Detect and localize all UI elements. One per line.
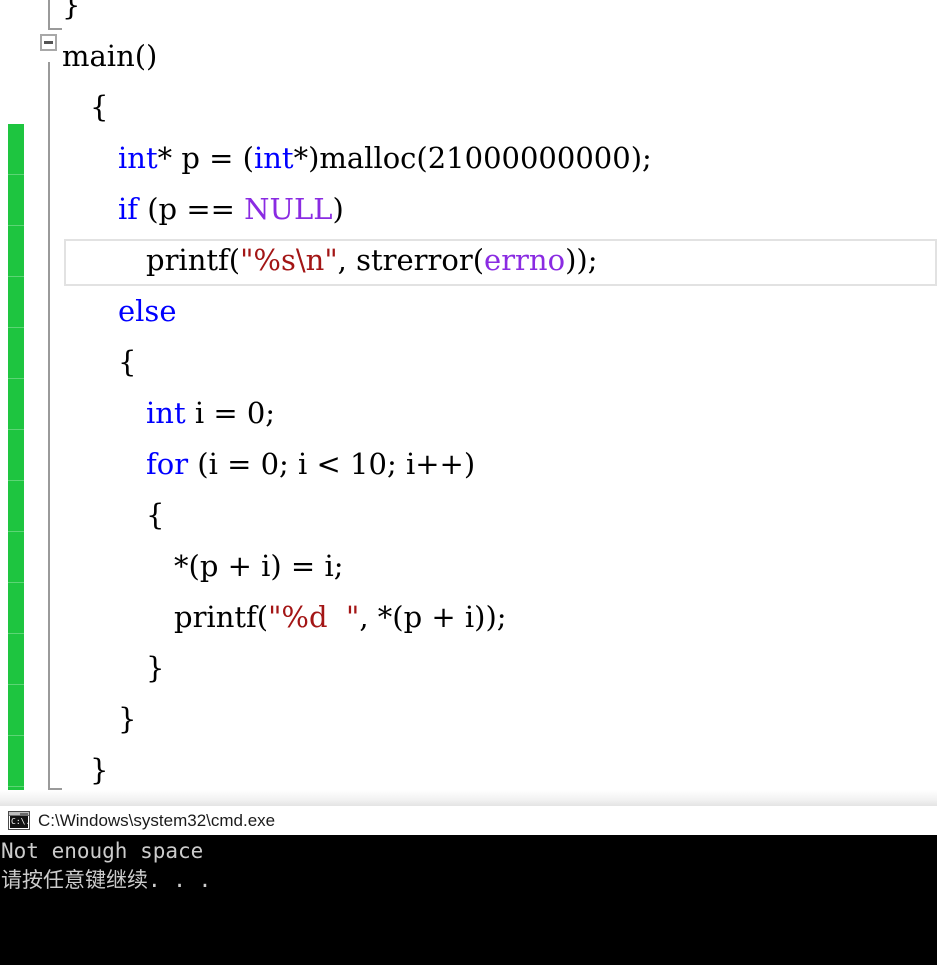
code-token: (p == xyxy=(138,192,245,226)
code-line[interactable]: else xyxy=(118,286,176,337)
console-title-label: C:\Windows\system32\cmd.exe xyxy=(38,810,276,830)
code-token: } xyxy=(146,651,165,685)
code-editor-pane[interactable]: } main(){int* p = (int*)malloc(2100000000… xyxy=(0,0,937,806)
code-line[interactable]: { xyxy=(118,337,136,388)
code-token: } xyxy=(118,702,137,736)
console-title-bar[interactable]: C:\. C:\Windows\system32\cmd.exe xyxy=(0,806,937,835)
code-line[interactable]: printf("%s\n", strerror(errno)); xyxy=(146,235,597,286)
code-token: "%d " xyxy=(268,600,360,634)
code-token: else xyxy=(118,294,177,328)
console-output-line: 请按任意键继续. . . xyxy=(1,868,212,892)
code-line[interactable]: { xyxy=(90,82,108,133)
code-line[interactable]: } xyxy=(62,0,80,31)
code-line[interactable]: } xyxy=(90,745,108,796)
code-line[interactable]: if (p == NULL) xyxy=(118,184,344,235)
code-line[interactable]: int* p = (int*)malloc(21000000000); xyxy=(118,133,652,184)
code-token: if xyxy=(118,192,139,226)
cmd-icon-glyph: C:\. xyxy=(10,816,28,828)
code-token: , *(p + i)); xyxy=(359,600,507,634)
console-window[interactable]: C:\. C:\Windows\system32\cmd.exe Not eno… xyxy=(0,806,937,965)
code-token: * p = ( xyxy=(157,141,254,175)
code-token: , strerror( xyxy=(337,243,485,277)
code-token: } xyxy=(90,753,109,787)
code-token: int xyxy=(118,141,158,175)
code-line[interactable]: } xyxy=(118,694,136,745)
code-token: main() xyxy=(62,39,158,73)
code-token: } xyxy=(62,0,81,22)
code-token: "%s\n" xyxy=(240,243,338,277)
editor-horizontal-scrollbar[interactable] xyxy=(0,790,937,806)
code-line[interactable]: for (i = 0; i < 10; i++) xyxy=(146,439,475,490)
console-output[interactable]: Not enough space 请按任意键继续. . . xyxy=(0,835,937,965)
cmd-icon: C:\. xyxy=(8,811,30,830)
code-line[interactable]: { xyxy=(146,490,164,541)
code-token: { xyxy=(90,90,109,124)
code-token: int xyxy=(253,141,294,175)
code-token: int xyxy=(146,396,186,430)
code-line[interactable]: } xyxy=(146,643,164,694)
console-output-line: Not enough space xyxy=(1,839,204,863)
code-token: NULL xyxy=(244,192,333,226)
code-token: *(p + i) = i; xyxy=(174,549,344,583)
code-token: ) xyxy=(332,192,344,226)
code-line[interactable]: main() xyxy=(62,31,157,82)
code-token: i = 0; xyxy=(185,396,276,430)
code-token: printf( xyxy=(174,600,269,634)
code-token: (i = 0; i < 10; i++) xyxy=(188,447,476,481)
code-token: for xyxy=(146,447,189,481)
code-line[interactable]: printf("%d ", *(p + i)); xyxy=(174,592,507,643)
code-line[interactable]: *(p + i) = i; xyxy=(174,541,343,592)
code-token: )); xyxy=(565,243,598,277)
code-token: { xyxy=(118,345,137,379)
code-text-layer[interactable]: } main(){int* p = (int*)malloc(2100000000… xyxy=(0,0,937,806)
code-line[interactable]: int i = 0; xyxy=(146,388,275,439)
code-token: { xyxy=(146,498,165,532)
code-token: errno xyxy=(484,243,566,277)
code-token: printf( xyxy=(146,243,241,277)
code-token: *)malloc(21000000000); xyxy=(293,141,652,175)
